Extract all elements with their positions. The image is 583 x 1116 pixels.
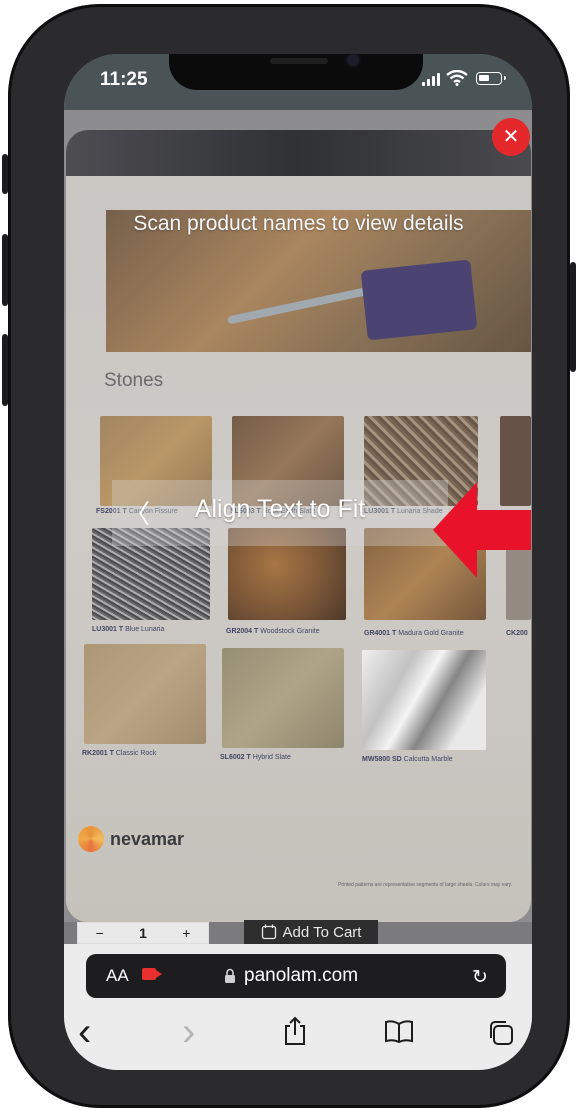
volume-up-button <box>2 234 8 306</box>
status-time: 11:25 <box>100 69 148 90</box>
battery-icon <box>476 72 506 85</box>
align-text-label: Align Text to Fit <box>194 495 366 523</box>
add-to-cart-label: Add To Cart <box>282 923 362 941</box>
red-arrow-annotation-icon <box>433 482 531 578</box>
add-to-cart-button[interactable]: Add To Cart <box>244 920 378 944</box>
address-bar[interactable]: AA panolam.com ↻ <box>86 954 506 998</box>
speaker-grille <box>270 58 328 64</box>
screen: 11:25 Stones FS2001 T Canyon Fissure SL6… <box>64 54 532 1070</box>
back-button[interactable]: ‹ <box>78 1010 91 1055</box>
quantity-stepper[interactable]: − 1 + <box>77 922 209 944</box>
front-camera <box>347 54 359 66</box>
screen-recording-icon <box>142 968 162 980</box>
wifi-icon <box>446 70 468 86</box>
silent-switch <box>2 154 8 194</box>
calendar-icon <box>261 924 276 940</box>
volume-down-button <box>2 334 8 406</box>
browser-toolbar: AA panolam.com ↻ ‹ › <box>64 944 532 1070</box>
tabs-icon[interactable] <box>488 1020 516 1048</box>
scan-instruction: Scan product names to view details <box>133 212 464 235</box>
decrease-button[interactable]: − <box>78 925 121 941</box>
text-size-button[interactable]: AA <box>106 966 129 986</box>
url-text[interactable]: panolam.com <box>244 965 358 987</box>
bookmarks-icon[interactable] <box>384 1020 414 1044</box>
quantity-value[interactable]: 1 <box>121 925 164 941</box>
power-button <box>570 262 576 372</box>
browser-nav-row: ‹ › <box>64 1010 532 1054</box>
signal-icon <box>422 72 440 86</box>
lock-icon <box>225 968 235 983</box>
increase-button[interactable]: + <box>165 925 208 941</box>
phone-frame: 11:25 Stones FS2001 T Canyon Fissure SL6… <box>2 4 576 1108</box>
share-icon[interactable] <box>282 1016 308 1046</box>
forward-button[interactable]: › <box>182 1010 195 1055</box>
close-scan-button[interactable]: ✕ <box>492 118 530 156</box>
notch <box>169 54 423 90</box>
align-text-banner: 〈 Align Text to Fit <box>112 480 448 546</box>
reload-icon[interactable]: ↻ <box>472 966 488 989</box>
